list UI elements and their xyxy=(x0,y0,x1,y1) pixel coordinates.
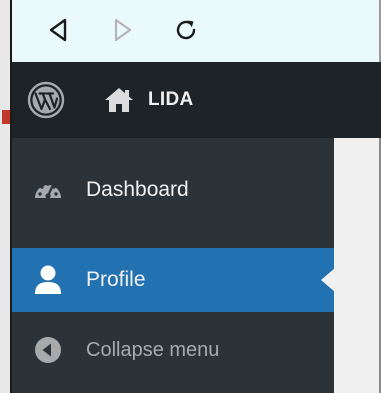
admin-sidebar: Dashboard Profile Collapse menu xyxy=(12,138,335,393)
browser-toolbar xyxy=(12,0,381,62)
collapse-arrow-icon xyxy=(30,332,66,368)
sidebar-item-label: Profile xyxy=(86,268,146,291)
main-content xyxy=(334,138,381,393)
sidebar-item-label: Dashboard xyxy=(86,178,189,201)
sidebar-item-profile[interactable]: Profile xyxy=(12,248,335,312)
forward-triangle-icon xyxy=(114,18,132,42)
collapse-menu-button[interactable]: Collapse menu xyxy=(12,324,334,376)
edge-marker xyxy=(2,110,10,124)
dashboard-gauge-icon xyxy=(30,172,66,208)
window-left-edge xyxy=(0,0,12,393)
forward-button[interactable] xyxy=(107,14,139,46)
wp-admin-bar: LIDA xyxy=(12,62,381,138)
wordpress-logo-icon xyxy=(27,81,65,119)
user-icon xyxy=(30,262,66,298)
site-home-link[interactable]: LIDA xyxy=(102,84,194,116)
home-icon xyxy=(105,88,133,112)
reload-button[interactable] xyxy=(170,14,202,46)
back-button[interactable] xyxy=(42,14,74,46)
active-item-indicator xyxy=(321,268,335,292)
wordpress-logo-button[interactable] xyxy=(26,80,66,120)
site-name: LIDA xyxy=(148,89,194,110)
reload-icon xyxy=(176,20,196,40)
back-triangle-icon xyxy=(49,18,67,42)
sidebar-item-label: Collapse menu xyxy=(86,338,220,361)
sidebar-item-dashboard[interactable]: Dashboard xyxy=(12,160,334,220)
